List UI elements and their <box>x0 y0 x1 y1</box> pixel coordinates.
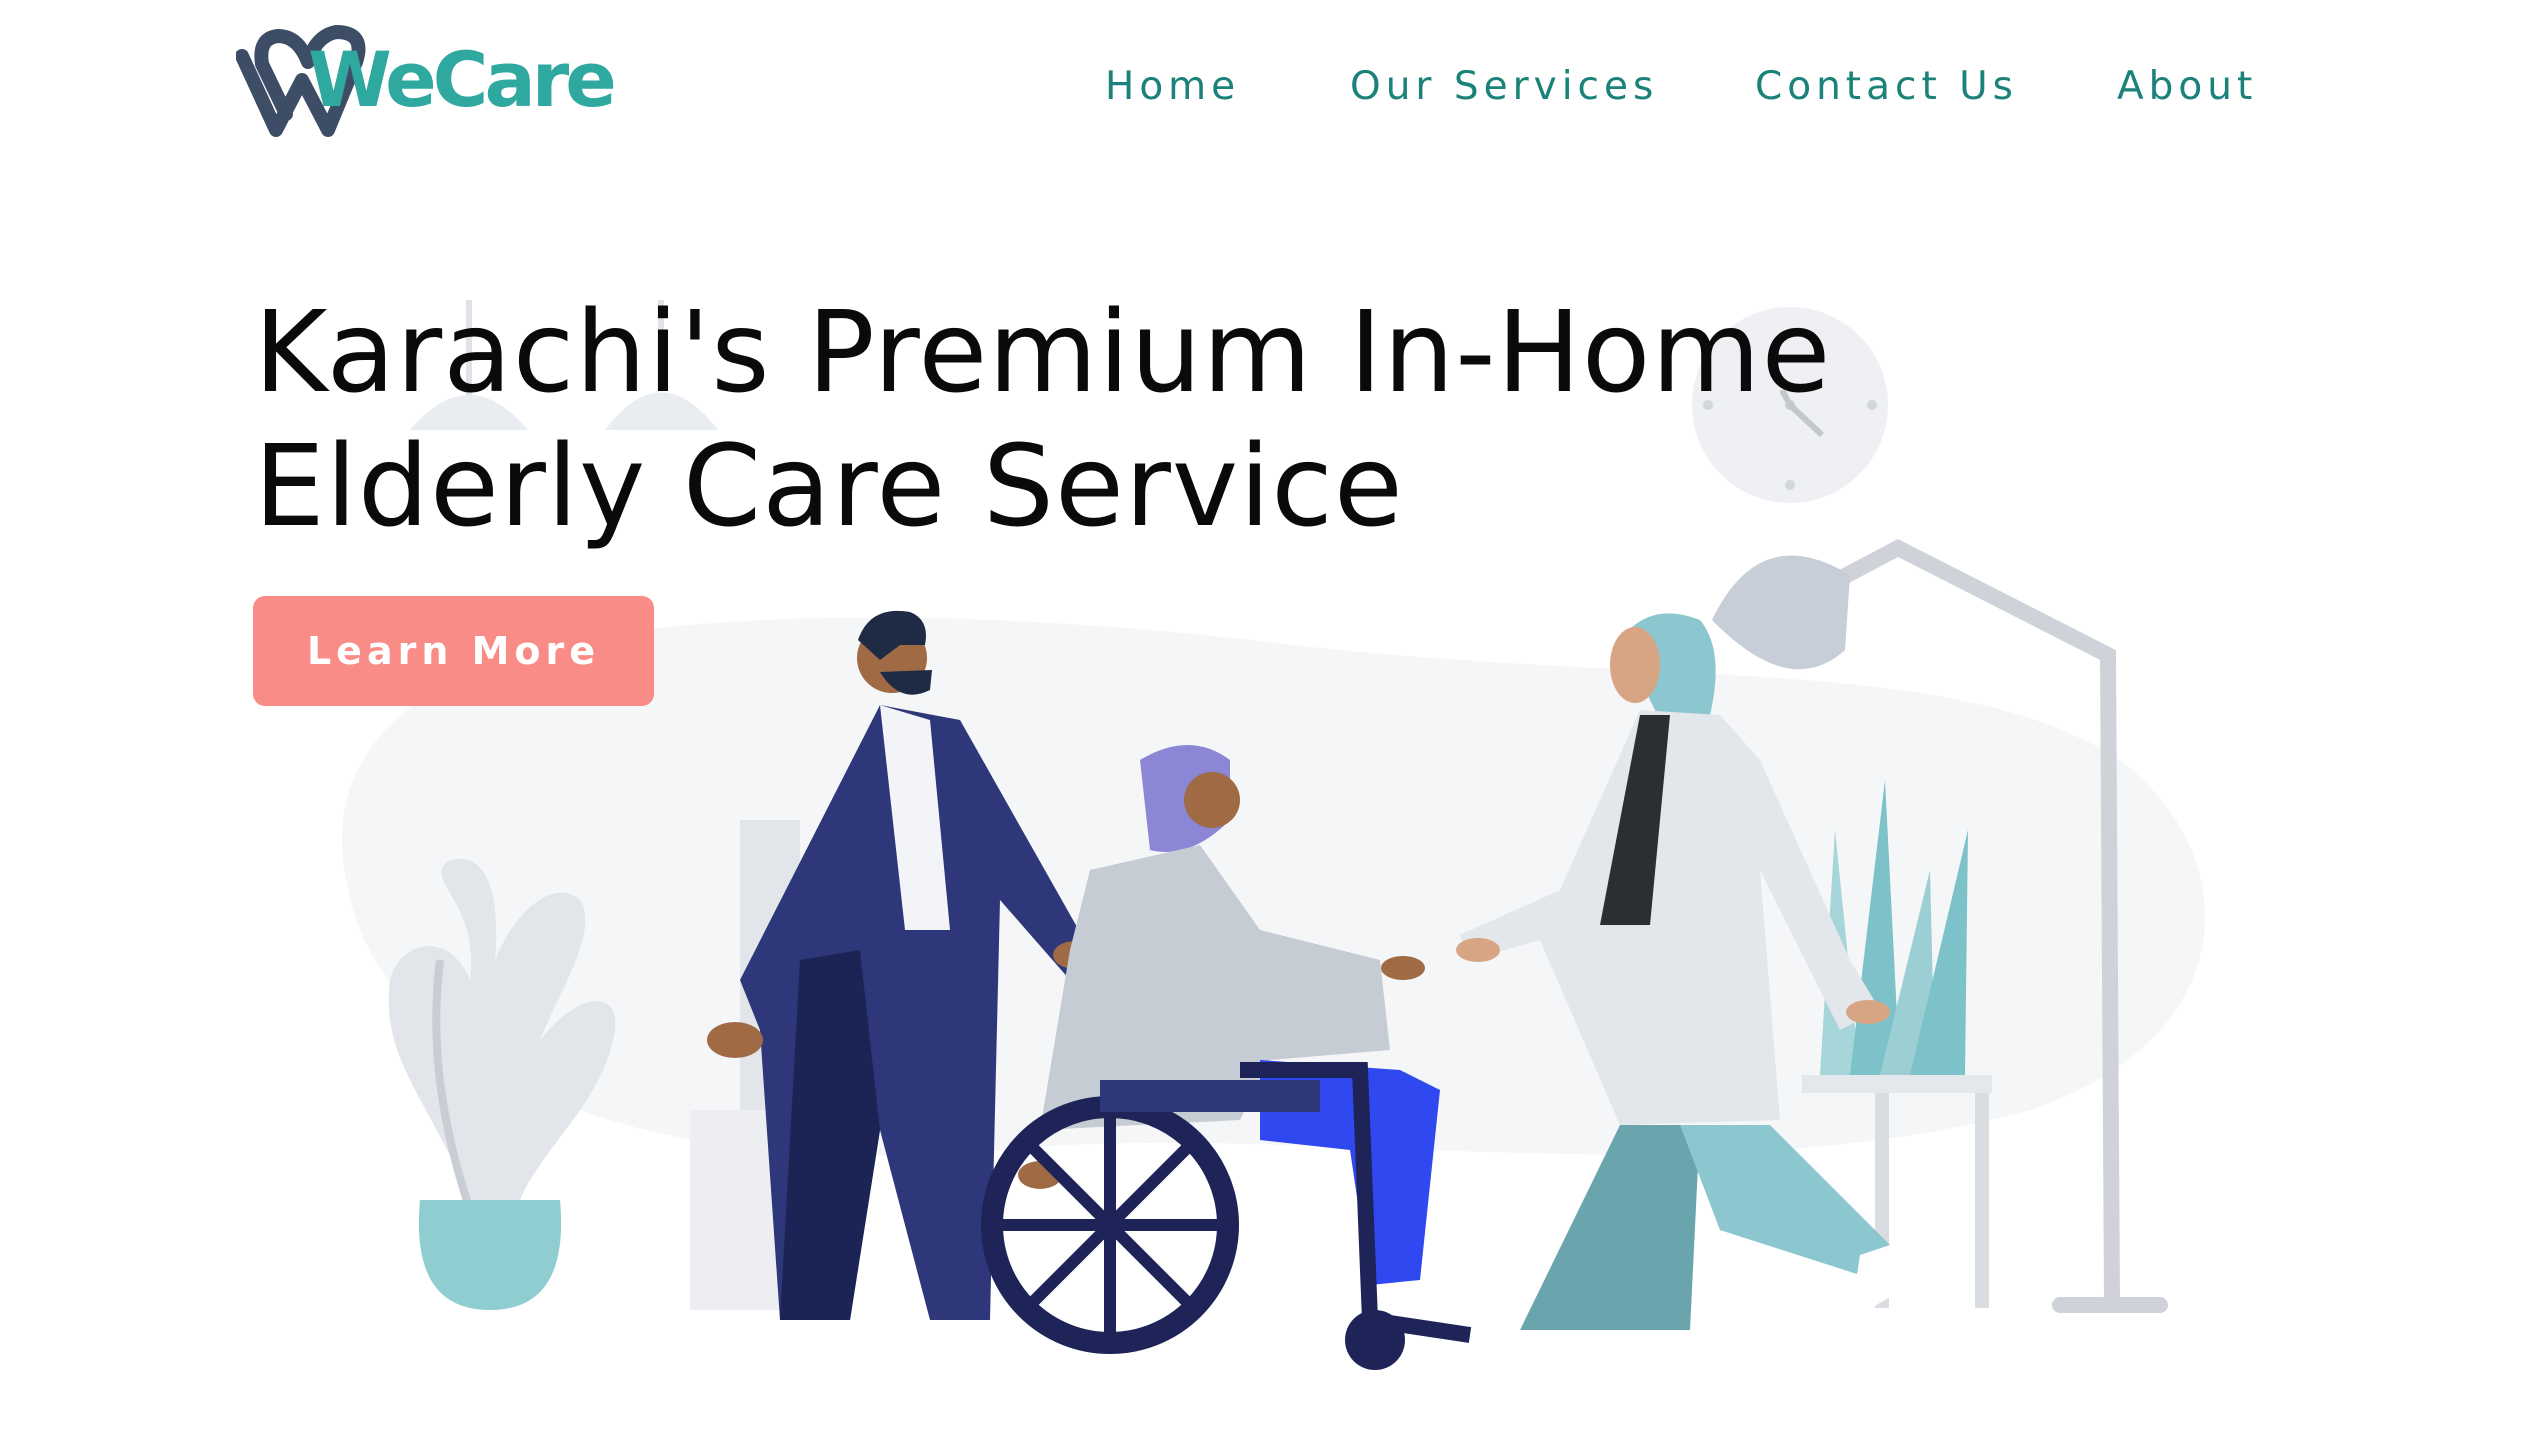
nav-item-home[interactable]: Home <box>1105 62 1240 112</box>
learn-more-button[interactable]: Learn More <box>253 596 654 706</box>
nav-item-contact-us[interactable]: Contact Us <box>1755 62 2018 112</box>
nav-item-about[interactable]: About <box>2117 62 2257 112</box>
main-nav: Home Our Services Contact Us About <box>0 62 2531 112</box>
hero-title-line-1: Karachi's Premium In-Home <box>254 288 1832 418</box>
lamp-shade <box>1712 555 1850 670</box>
hero-illustration <box>342 300 2206 1370</box>
landing-page: WeCare Home Our Services Contact Us Abou… <box>0 0 2531 1434</box>
hero-title-line-2: Elderly Care Service <box>254 422 1404 552</box>
hero-title: Karachi's Premium In-Home Elderly Care S… <box>254 286 1954 554</box>
nav-item-our-services[interactable]: Our Services <box>1350 62 1658 112</box>
